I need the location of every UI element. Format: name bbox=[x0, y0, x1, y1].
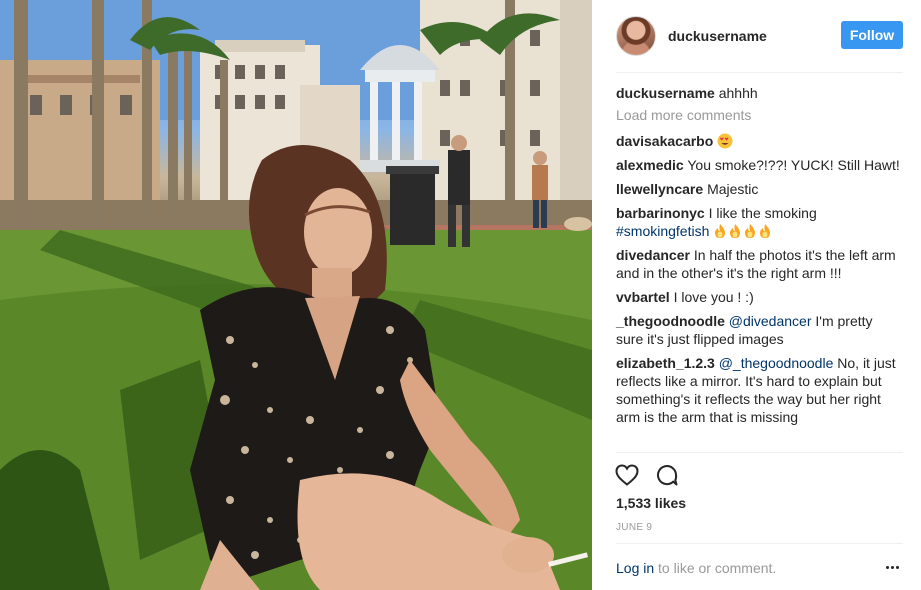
speech-bubble-icon[interactable] bbox=[654, 462, 680, 488]
comment-text: I like the smoking bbox=[708, 205, 817, 221]
login-prompt-text: to like or comment. bbox=[654, 560, 777, 576]
comment-username[interactable]: llewellyncare bbox=[616, 181, 703, 197]
caption: duckusername ahhhh bbox=[616, 84, 903, 102]
comment-username[interactable]: davisakacarbo bbox=[616, 133, 713, 149]
login-link[interactable]: Log in bbox=[616, 560, 654, 576]
photo-scene bbox=[0, 0, 592, 590]
mention-link[interactable]: @divedancer bbox=[729, 313, 812, 329]
mention-link[interactable]: @_thegoodnoodle bbox=[719, 355, 834, 371]
footer-divider bbox=[616, 543, 903, 544]
heart-eyes-emoji-icon bbox=[717, 133, 733, 149]
comment-username[interactable]: vvbartel bbox=[616, 289, 670, 305]
comments-list: duckusername ahhhh Load more comments da… bbox=[616, 84, 903, 432]
fire-emoji-icon bbox=[715, 224, 771, 238]
comment-username[interactable]: barbarinonyc bbox=[616, 205, 705, 221]
caption-text: ahhhh bbox=[718, 85, 758, 101]
login-prompt: Log in to like or comment. bbox=[616, 560, 776, 576]
list-item: divedancer In half the photos it's the l… bbox=[616, 246, 903, 282]
list-item: alexmedic You smoke?!??! YUCK! Still Haw… bbox=[616, 156, 903, 174]
comment-username[interactable]: elizabeth_1.2.3 bbox=[616, 355, 715, 371]
comment-text: I love you ! :) bbox=[673, 289, 754, 305]
post-date[interactable]: JUNE 9 bbox=[616, 522, 652, 533]
comment-username[interactable]: alexmedic bbox=[616, 157, 684, 173]
comment-text: Majestic bbox=[707, 181, 759, 197]
author-username[interactable]: duckusername bbox=[668, 28, 767, 44]
hashtag-link[interactable]: #smokingfetish bbox=[616, 223, 709, 239]
load-more-comments-button[interactable]: Load more comments bbox=[616, 106, 903, 124]
action-bar bbox=[614, 462, 694, 488]
comment-username[interactable]: divedancer bbox=[616, 247, 690, 263]
list-item: elizabeth_1.2.3 @_thegoodnoodle No, it j… bbox=[616, 354, 903, 426]
post-photo[interactable] bbox=[0, 0, 592, 590]
heart-outline-icon[interactable] bbox=[614, 462, 640, 488]
post-side-panel: duckusername Follow duckusername ahhhh L… bbox=[592, 0, 921, 590]
list-item: davisakacarbo bbox=[616, 132, 903, 150]
list-item: vvbartel I love you ! :) bbox=[616, 288, 903, 306]
header-divider bbox=[616, 72, 903, 73]
comment-text: You smoke?!??! YUCK! Still Hawt! bbox=[687, 157, 900, 173]
caption-username[interactable]: duckusername bbox=[616, 85, 715, 101]
comments-divider bbox=[616, 452, 903, 453]
more-options-icon[interactable] bbox=[886, 566, 899, 569]
avatar[interactable] bbox=[616, 16, 656, 56]
likes-count[interactable]: 1,533 likes bbox=[616, 495, 686, 511]
list-item: barbarinonyc I like the smoking #smoking… bbox=[616, 204, 903, 240]
list-item: llewellyncare Majestic bbox=[616, 180, 903, 198]
list-item: _thegoodnoodle @divedancer I'm pretty su… bbox=[616, 312, 903, 348]
follow-button[interactable]: Follow bbox=[841, 21, 903, 49]
comment-username[interactable]: _thegoodnoodle bbox=[616, 313, 725, 329]
